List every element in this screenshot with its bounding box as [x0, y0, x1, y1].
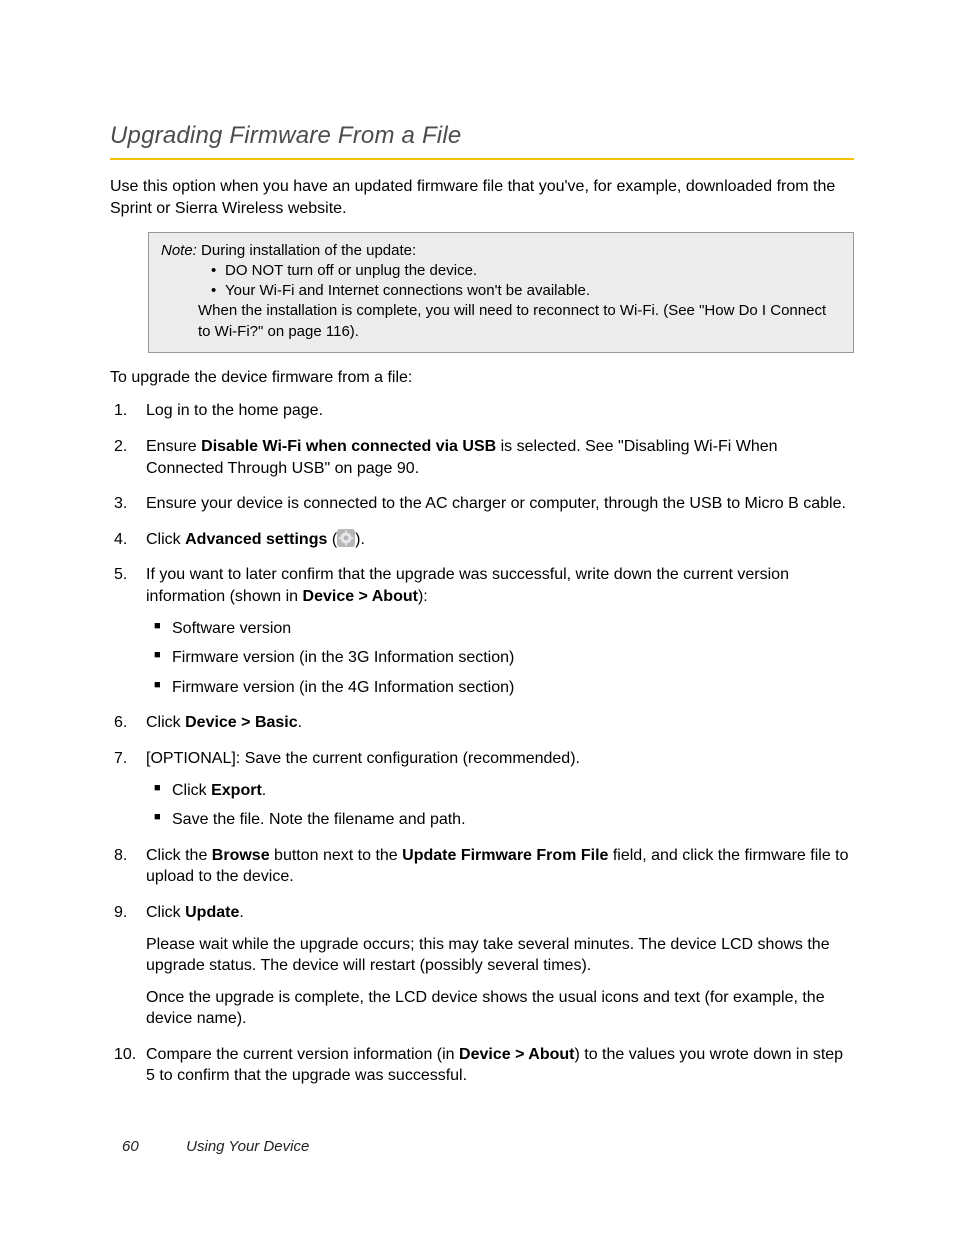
- text: .: [262, 782, 266, 799]
- step-text: Click Advanced settings ().: [146, 529, 854, 551]
- sub-item: Save the file. Note the filename and pat…: [154, 809, 854, 831]
- bold-text: Device > Basic: [185, 714, 298, 731]
- section-title: Using Your Device: [186, 1138, 309, 1155]
- text: Ensure: [146, 438, 201, 455]
- bold-text: Update: [185, 904, 239, 921]
- sub-item: Firmware version (in the 3G Information …: [154, 647, 854, 669]
- step-2: Ensure Disable Wi-Fi when connected via …: [110, 436, 854, 479]
- note-lead: During installation of the update:: [201, 242, 416, 259]
- note-box: Note: During installation of the update:…: [148, 232, 854, 353]
- page-heading: Upgrading Firmware From a File: [110, 120, 854, 152]
- sub-item: Click Export.: [154, 780, 854, 802]
- step-8: Click the Browse button next to the Upda…: [110, 845, 854, 888]
- step-text: Click Device > Basic.: [146, 712, 854, 734]
- bold-text: Browse: [212, 847, 270, 864]
- step-text: Ensure Disable Wi-Fi when connected via …: [146, 436, 854, 479]
- sub-item: Firmware version (in the 4G Information …: [154, 677, 854, 699]
- step-text: Once the upgrade is complete, the LCD de…: [146, 987, 854, 1030]
- bold-text: Disable Wi-Fi when connected via USB: [201, 438, 496, 455]
- bold-text: Export: [211, 782, 262, 799]
- bold-text: Update Firmware From File: [402, 847, 608, 864]
- step-4: Click Advanced settings ().: [110, 529, 854, 551]
- note-bullet: DO NOT turn off or unplug the device.: [211, 261, 835, 281]
- lead-text: To upgrade the device firmware from a fi…: [110, 367, 854, 389]
- step-3: Ensure your device is connected to the A…: [110, 493, 854, 515]
- heading-rule: [110, 158, 854, 160]
- step-sublist: Software version Firmware version (in th…: [154, 618, 854, 699]
- step-text: Click Update.: [146, 902, 854, 924]
- step-text: Ensure your device is connected to the A…: [146, 493, 854, 515]
- text: Click the: [146, 847, 212, 864]
- step-text: Compare the current version information …: [146, 1044, 854, 1087]
- step-7: [OPTIONAL]: Save the current configurati…: [110, 748, 854, 831]
- text: button next to the: [270, 847, 403, 864]
- note-label: Note:: [161, 242, 197, 259]
- step-text: If you want to later confirm that the up…: [146, 564, 854, 607]
- step-10: Compare the current version information …: [110, 1044, 854, 1087]
- note-bullets: DO NOT turn off or unplug the device. Yo…: [211, 261, 835, 302]
- text: ).: [355, 531, 365, 548]
- note-bullet: Your Wi-Fi and Internet connections won'…: [211, 281, 835, 301]
- steps-list: Log in to the home page. Ensure Disable …: [110, 400, 854, 1087]
- step-text: Log in to the home page.: [146, 400, 854, 422]
- bold-text: Advanced settings: [185, 531, 327, 548]
- step-text: Please wait while the upgrade occurs; th…: [146, 934, 854, 977]
- text: (: [327, 531, 337, 548]
- text: Click: [172, 782, 211, 799]
- page-footer: 60 Using Your Device: [122, 1137, 309, 1157]
- text: Click: [146, 714, 185, 731]
- bold-text: Device > About: [459, 1046, 574, 1063]
- text: Compare the current version information …: [146, 1046, 459, 1063]
- step-5: If you want to later confirm that the up…: [110, 564, 854, 698]
- text: .: [298, 714, 302, 731]
- note-after: When the installation is complete, you w…: [198, 301, 835, 342]
- document-page: Upgrading Firmware From a File Use this …: [0, 0, 954, 1235]
- text: If you want to later confirm that the up…: [146, 566, 789, 605]
- step-1: Log in to the home page.: [110, 400, 854, 422]
- gear-icon: [337, 529, 355, 547]
- note-lead-line: Note: During installation of the update:: [161, 241, 835, 261]
- step-6: Click Device > Basic.: [110, 712, 854, 734]
- sub-item: Software version: [154, 618, 854, 640]
- text: .: [239, 904, 243, 921]
- bold-text: Device > About: [303, 588, 418, 605]
- step-9: Click Update. Please wait while the upgr…: [110, 902, 854, 1030]
- text: Click: [146, 904, 185, 921]
- page-number: 60: [122, 1137, 182, 1157]
- text: Click: [146, 531, 185, 548]
- step-sublist: Click Export. Save the file. Note the fi…: [154, 780, 854, 831]
- step-text: Click the Browse button next to the Upda…: [146, 845, 854, 888]
- step-text: [OPTIONAL]: Save the current configurati…: [146, 748, 854, 770]
- text: ):: [418, 588, 428, 605]
- intro-paragraph: Use this option when you have an updated…: [110, 176, 854, 219]
